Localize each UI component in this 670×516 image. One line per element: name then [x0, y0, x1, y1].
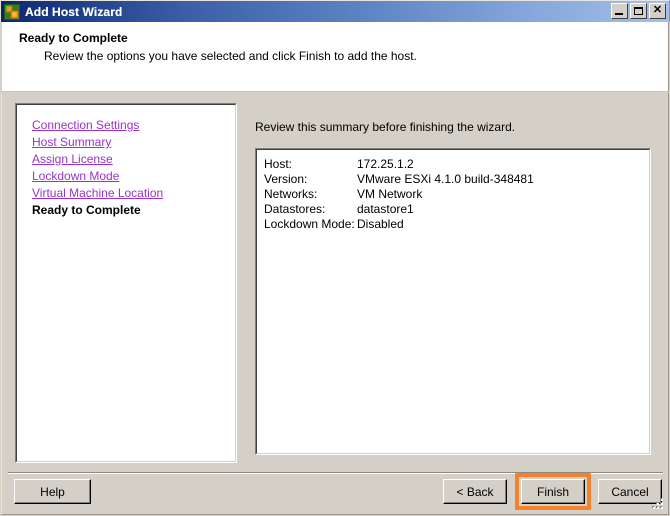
sidebar-item-host-summary[interactable]: Host Summary	[32, 134, 111, 151]
table-row: Lockdown Mode: Disabled	[264, 217, 649, 232]
minimize-icon	[615, 13, 623, 15]
summary-label-datastores: Datastores:	[264, 202, 326, 216]
help-button[interactable]: Help	[14, 479, 91, 504]
wizard-step-list-inner: Connection Settings Host Summary Assign …	[16, 104, 236, 462]
table-row: Version: VMware ESXi 4.1.0 build-348481	[264, 172, 649, 187]
sidebar-item-lockdown-mode[interactable]: Lockdown Mode	[32, 168, 119, 185]
sidebar-item-virtual-machine-location[interactable]: Virtual Machine Location	[32, 185, 163, 202]
title-bar[interactable]: Add Host Wizard ✕	[0, 0, 670, 22]
sidebar-item-assign-license[interactable]: Assign License	[32, 151, 113, 168]
maximize-button[interactable]	[630, 3, 647, 19]
sidebar-item-ready-to-complete: Ready to Complete	[32, 203, 141, 217]
table-row: Host: 172.25.1.2	[264, 157, 649, 172]
summary-box-inner: Host: 172.25.1.2 Version: VMware ESXi 4.…	[256, 149, 650, 454]
vsphere-host-icon	[4, 3, 20, 20]
close-button[interactable]: ✕	[649, 3, 666, 19]
page-title: Ready to Complete	[19, 31, 128, 45]
finish-button[interactable]: Finish	[521, 479, 585, 504]
sidebar-item-connection-settings[interactable]: Connection Settings	[32, 117, 139, 134]
back-button[interactable]: < Back	[443, 479, 507, 504]
summary-intro-text: Review this summary before finishing the…	[255, 120, 516, 134]
wizard-content: Review this summary before finishing the…	[255, 103, 651, 463]
footer-divider	[8, 472, 663, 474]
summary-label-lockdown-mode: Lockdown Mode:	[264, 217, 355, 231]
summary-value-version: VMware ESXi 4.1.0 build-348481	[357, 172, 534, 186]
page-subtitle: Review the options you have selected and…	[44, 49, 417, 63]
summary-label-networks: Networks:	[264, 187, 318, 201]
wizard-step-list: Connection Settings Host Summary Assign …	[15, 103, 237, 463]
wizard-header: Ready to Complete Review the options you…	[1, 22, 669, 92]
maximize-icon	[634, 7, 643, 15]
table-row: Datastores: datastore1	[264, 202, 649, 217]
summary-value-host: 172.25.1.2	[357, 157, 414, 171]
resize-grip[interactable]	[652, 498, 666, 512]
summary-label-host: Host:	[264, 157, 293, 171]
minimize-button[interactable]	[611, 3, 628, 19]
wizard-body: Connection Settings Host Summary Assign …	[1, 93, 669, 515]
summary-label-version: Version:	[264, 172, 308, 186]
summary-box: Host: 172.25.1.2 Version: VMware ESXi 4.…	[255, 148, 651, 455]
wizard-footer: Help < Back Finish Cancel	[2, 473, 668, 513]
summary-value-networks: VM Network	[357, 187, 423, 201]
add-host-wizard-window: Add Host Wizard ✕ Ready to Complete Revi…	[0, 0, 670, 516]
window-title: Add Host Wizard	[25, 4, 123, 19]
window-controls: ✕	[611, 3, 666, 19]
summary-value-datastores: datastore1	[357, 202, 414, 216]
summary-value-lockdown-mode: Disabled	[357, 217, 404, 231]
close-icon: ✕	[652, 4, 663, 16]
table-row: Networks: VM Network	[264, 187, 649, 202]
